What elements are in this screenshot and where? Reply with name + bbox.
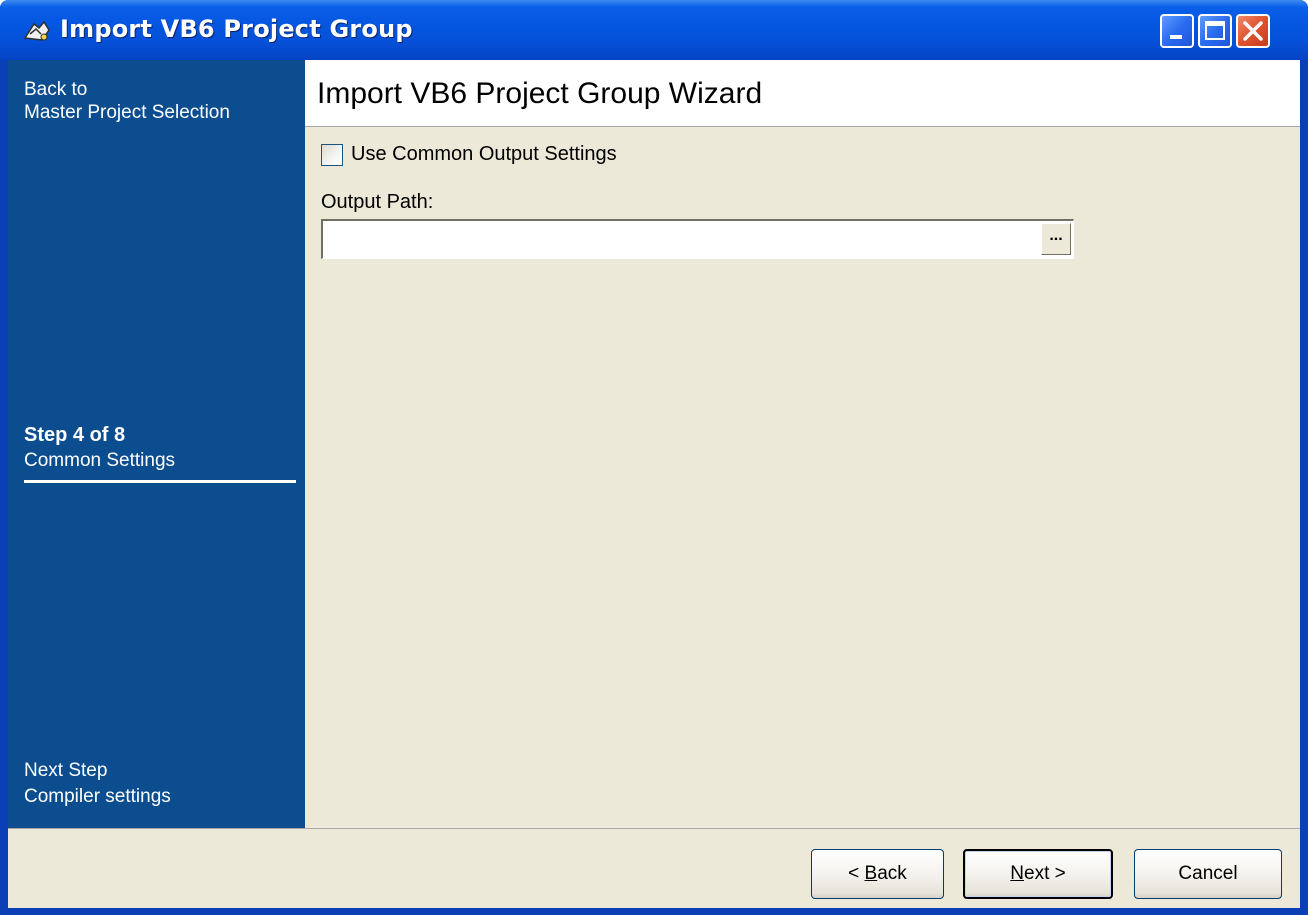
wizard-footer: < Back Next > Cancel [8, 828, 1300, 908]
maximize-button[interactable] [1198, 14, 1232, 48]
output-path-input[interactable] [323, 221, 1033, 257]
minimize-button[interactable] [1160, 14, 1194, 48]
next-button-rest: ext > [1024, 863, 1066, 884]
output-path-label: Output Path: [321, 191, 434, 213]
maximize-icon [1205, 21, 1225, 40]
browse-button[interactable]: ... [1041, 223, 1071, 255]
close-icon [1243, 21, 1263, 41]
next-step-name: Compiler settings [24, 786, 171, 807]
wizard-header: Import VB6 Project Group Wizard [305, 60, 1300, 127]
next-button-accel: N [1010, 863, 1024, 884]
use-common-output-checkbox[interactable]: Use Common Output Settings [321, 143, 617, 166]
back-button[interactable]: < Back [811, 849, 944, 899]
title-bar[interactable]: Import VB6 Project Group [0, 0, 1308, 60]
page-title: Import VB6 Project Group Wizard [317, 77, 763, 110]
back-link-line1: Back to [24, 79, 88, 100]
wizard-sidebar: Back to Master Project Selection Step 4 … [8, 60, 305, 828]
back-to-master-link[interactable]: Back to Master Project Selection [24, 78, 230, 124]
step-name: Common Settings [24, 450, 176, 471]
next-step-label: Next Step [24, 760, 108, 781]
back-button-prefix: < [848, 863, 865, 884]
step-indicator: Step 4 of 8 [24, 424, 126, 446]
checkbox-box[interactable] [321, 143, 343, 166]
next-step-info: Next Step Compiler settings [24, 758, 171, 810]
import-vb6-window: Import VB6 Project Group Back to Master … [0, 0, 1308, 915]
checkbox-label: Use Common Output Settings [351, 143, 617, 165]
window-title: Import VB6 Project Group [60, 15, 413, 43]
step-underline [24, 480, 296, 483]
app-icon [23, 20, 50, 41]
output-path-field: ... [321, 219, 1074, 259]
back-button-rest: ack [877, 863, 907, 884]
back-link-line2: Master Project Selection [24, 102, 230, 123]
cancel-button[interactable]: Cancel [1134, 849, 1282, 899]
next-button[interactable]: Next > [963, 849, 1113, 899]
back-button-accel: B [864, 863, 878, 884]
close-button[interactable] [1236, 14, 1270, 48]
dialog-client: Back to Master Project Selection Step 4 … [8, 60, 1300, 908]
minimize-icon [1170, 35, 1182, 39]
